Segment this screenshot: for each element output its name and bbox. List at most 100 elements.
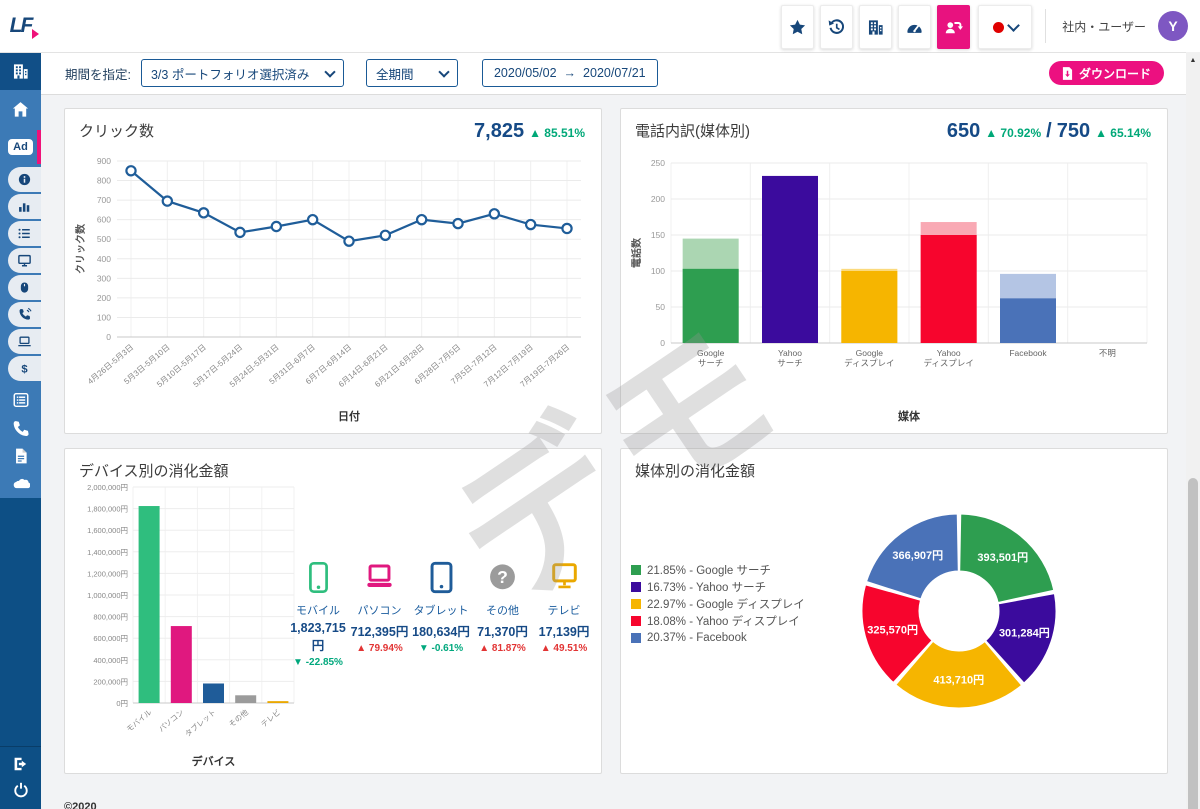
language-selector[interactable] [978,5,1032,49]
period-select-value: 全期間 [376,64,414,83]
monitor-icon [17,253,32,268]
performance-button[interactable] [898,5,931,49]
vertical-scrollbar[interactable]: ▲ [1186,52,1200,809]
media-spend-title: 媒体別の消化金額 [635,460,755,481]
logout-button[interactable] [0,751,41,777]
company-dashboard-button[interactable] [859,5,892,49]
user-label: 社内・ユーザー [1062,18,1146,35]
device-stat: パソコン712,395円▲ 79.94% [351,561,409,668]
clicks-line-chart-svg: 01002003004005006007008009004月26日-5月3日5月… [73,147,593,429]
svg-text:パソコン: パソコン [157,708,186,734]
download-icon [1062,67,1073,80]
calls-value-1: 650 [947,120,980,143]
company-nav-button[interactable] [0,52,41,90]
svg-text:700: 700 [97,195,111,205]
active-indicator [37,130,41,164]
device-stat-value: 17,139円 [535,621,593,640]
arrow-right-icon: → [564,66,577,80]
history-icon [827,18,846,37]
dollar-icon: $ [17,361,32,376]
star-icon [788,18,807,37]
svg-text:1,600,000円: 1,600,000円 [87,526,128,535]
power-icon [12,781,30,799]
user-area: 社内・ユーザー Y [1045,0,1188,52]
language-area [978,5,1032,49]
power-button[interactable] [0,777,41,803]
svg-text:モバイル: モバイル [125,707,154,733]
svg-text:50: 50 [656,302,666,312]
device-stat: モバイル1,823,715円▼ -22.85% [289,561,347,668]
analytics-nav-button[interactable] [8,194,41,219]
portfolio-select[interactable]: 3/3 ポートフォリオ選択済み [141,59,344,87]
clicks-change: ▲ 85.51% [529,126,585,140]
device-stat: タブレット180,634円▼ -0.61% [412,561,470,668]
home-nav-button[interactable] [0,90,41,128]
scroll-up-arrow[interactable]: ▲ [1186,54,1200,66]
display-nav-button[interactable] [8,248,41,273]
svg-text:0円: 0円 [116,699,128,708]
date-range-input[interactable]: 2020/05/02 → 2020/07/21 [482,59,658,87]
scrollbar-thumb[interactable] [1188,478,1198,809]
svg-text:日付: 日付 [338,409,360,423]
info-nav-button[interactable] [8,167,41,192]
clicks-total: 7,825 [474,120,524,143]
pc-nav-button[interactable] [8,329,41,354]
svg-text:800: 800 [97,176,111,186]
list-nav-button[interactable] [8,221,41,246]
chevron-down-icon [324,66,335,77]
svg-text:$: $ [21,363,28,375]
ad-badge: Ad [8,139,33,155]
svg-text:Yahoo: Yahoo [937,348,961,358]
filter-bar: 期間を指定: 3/3 ポートフォリオ選択済み 全期間 2020/05/02 → … [41,52,1186,95]
question-circle-icon: ? [489,561,516,594]
avatar[interactable]: Y [1158,11,1188,41]
chevron-down-icon [1007,19,1020,32]
device-stats-row: モバイル1,823,715円▼ -22.85%パソコン712,395円▲ 79.… [289,561,593,668]
svg-text:800,000円: 800,000円 [93,613,128,622]
phone-outgoing-icon [17,307,32,322]
device-stat: テレビ17,139円▲ 49.51% [535,561,593,668]
svg-text:400,000円: 400,000円 [93,656,128,665]
history-button[interactable] [820,5,853,49]
svg-text:クリック数: クリック数 [74,223,87,274]
download-button[interactable]: ダウンロード [1049,61,1164,85]
report-list-nav-button[interactable] [0,386,41,414]
favorites-button[interactable] [781,5,814,49]
device-spend-panel: デバイス別の消化金額 0円200,000円400,000円600,000円800… [64,448,602,774]
billing-nav-button[interactable]: $ [8,356,41,381]
mouse-nav-button[interactable] [8,275,41,300]
svg-text:その他: その他 [226,707,250,729]
app-root: LF 社内・ユーザー Y Ad $ 期間を指定: 3/3 ポートフォリオ選択済み … [0,0,1200,809]
sidebar-bottom [0,746,41,809]
tablet-icon [428,561,455,594]
svg-text:200: 200 [651,194,665,204]
user-switch-button[interactable] [937,5,970,49]
date-start: 2020/05/02 [494,66,557,80]
device-bar-chart-svg: 0円200,000円400,000円600,000円800,000円1,000,… [67,477,302,773]
device-stat-label: その他 [474,602,532,618]
sidebar: Ad $ [0,52,41,809]
logo-text: LF [10,14,32,38]
app-logo[interactable]: LF [0,0,41,52]
ad-nav-button[interactable]: Ad [0,128,41,166]
date-end: 2020/07/21 [583,66,646,80]
salesforce-cloud-icon [12,475,30,493]
phone-nav-button[interactable] [0,414,41,442]
phone-icon [12,419,30,437]
svg-text:デバイス: デバイス [192,754,236,768]
salesforce-nav-button[interactable] [0,470,41,498]
device-stat-value: 180,634円 [412,621,470,640]
clicks-headline: 7,825 ▲ 85.51% [474,120,585,143]
svg-text:301,284円: 301,284円 [999,627,1050,640]
call-nav-button[interactable] [8,302,41,327]
logo-triangle-icon [32,29,39,39]
svg-text:393,501円: 393,501円 [977,551,1028,564]
device-stat-change: ▲ 81.87% [474,643,532,654]
svg-text:150: 150 [651,230,665,240]
svg-text:400: 400 [97,254,111,264]
period-select[interactable]: 全期間 [366,59,458,87]
svg-text:2,000,000円: 2,000,000円 [87,483,128,492]
header-icon-buttons [781,5,970,49]
document-nav-button[interactable] [0,442,41,470]
gauge-icon [905,18,924,37]
